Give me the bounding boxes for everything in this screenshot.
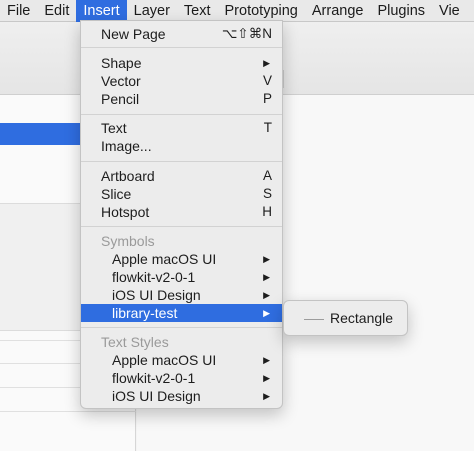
submenu-arrow-icon: ▶ — [263, 391, 270, 401]
menu-item-shape[interactable]: Shape ▶ — [81, 54, 282, 72]
menu-item-label: flowkit-v2-0-1 — [112, 370, 196, 386]
menu-item-label: Slice — [101, 186, 132, 202]
submenu-arrow-icon: ▶ — [263, 254, 270, 264]
shortcut-label: V — [262, 73, 272, 88]
menu-item-label: Vector — [101, 73, 141, 89]
insert-menu: New Page ⌥⇧⌘N Shape ▶ Vector V Pencil P … — [80, 20, 283, 409]
menu-text[interactable]: Text — [177, 0, 218, 22]
menu-item-image[interactable]: Image... — [81, 137, 282, 155]
menu-item-symbols-apple-macos-ui[interactable]: Apple macOS UI ▶ — [81, 250, 282, 268]
menu-item-new-page[interactable]: New Page ⌥⇧⌘N — [81, 25, 282, 43]
menu-plugins[interactable]: Plugins — [370, 0, 432, 22]
submenu-arrow-icon: ▶ — [263, 58, 270, 68]
text-styles-header: Text Styles — [101, 334, 169, 350]
shortcut-label: H — [262, 204, 272, 219]
menu-item-label: Pencil — [101, 91, 140, 107]
rectangle-line-icon — [304, 319, 324, 320]
library-test-submenu: Rectangle — [283, 300, 408, 336]
submenu-arrow-icon: ▶ — [263, 355, 270, 365]
submenu-arrow-icon: ▶ — [263, 308, 270, 318]
menu-item-text-styles-apple-macos-ui[interactable]: Apple macOS UI ▶ — [81, 351, 282, 369]
submenu-arrow-icon: ▶ — [263, 290, 270, 300]
submenu-item-label: Rectangle — [330, 310, 394, 326]
menu-separator — [81, 327, 282, 328]
menu-item-label: Text — [101, 120, 127, 136]
menu-file[interactable]: File — [0, 0, 37, 22]
menu-item-symbols-ios-ui-design[interactable]: iOS UI Design ▶ — [81, 286, 282, 304]
menu-item-hotspot[interactable]: Hotspot H — [81, 203, 282, 221]
submenu-item-rectangle[interactable]: Rectangle — [284, 309, 407, 327]
menu-separator — [81, 114, 282, 115]
menu-view[interactable]: Vie — [432, 0, 467, 22]
menu-item-label: Apple macOS UI — [112, 251, 217, 267]
shortcut-label: S — [262, 186, 272, 201]
menu-edit[interactable]: Edit — [37, 0, 76, 22]
menu-arrange[interactable]: Arrange — [305, 0, 371, 22]
menu-item-label: flowkit-v2-0-1 — [112, 269, 196, 285]
menu-item-text-styles-flowkit[interactable]: flowkit-v2-0-1 ▶ — [81, 369, 282, 387]
menu-insert[interactable]: Insert — [76, 0, 127, 22]
toolbar-divider — [283, 70, 303, 88]
menu-item-artboard[interactable]: Artboard A — [81, 167, 282, 185]
menu-item-label: Artboard — [101, 168, 155, 184]
menu-item-label: Apple macOS UI — [112, 352, 217, 368]
submenu-arrow-icon: ▶ — [263, 272, 270, 282]
menu-separator — [81, 47, 282, 48]
menu-item-label: iOS UI Design — [112, 388, 201, 404]
menu-item-label: Image... — [101, 138, 152, 154]
menu-item-label: Hotspot — [101, 204, 150, 220]
shortcut-label: A — [262, 168, 272, 183]
menu-item-label: library-test — [112, 305, 178, 321]
shortcut-label: P — [262, 91, 272, 106]
menu-item-label: iOS UI Design — [112, 287, 201, 303]
menubar: File Edit Insert Layer Text Prototyping … — [0, 0, 474, 22]
menu-item-text[interactable]: Text T — [81, 119, 282, 137]
menu-layer[interactable]: Layer — [127, 0, 177, 22]
menu-separator — [81, 161, 282, 162]
menu-separator — [81, 226, 282, 227]
menu-prototyping[interactable]: Prototyping — [218, 0, 305, 22]
submenu-arrow-icon: ▶ — [263, 373, 270, 383]
menu-item-text-styles-ios-ui-design[interactable]: iOS UI Design ▶ — [81, 387, 282, 405]
symbols-header: Symbols — [101, 233, 155, 249]
menu-item-label: Shape — [101, 55, 142, 71]
menu-item-slice[interactable]: Slice S — [81, 185, 282, 203]
shortcut-label: T — [263, 120, 272, 135]
layer-row-divider — [0, 411, 136, 412]
menu-item-symbols-library-test[interactable]: library-test ▶ — [81, 304, 282, 322]
menu-item-label: New Page — [101, 26, 166, 42]
menu-item-vector[interactable]: Vector V — [81, 72, 282, 90]
menu-item-pencil[interactable]: Pencil P — [81, 90, 282, 108]
menu-item-symbols-flowkit[interactable]: flowkit-v2-0-1 ▶ — [81, 268, 282, 286]
shortcut-label: ⌥⇧⌘N — [221, 26, 272, 41]
